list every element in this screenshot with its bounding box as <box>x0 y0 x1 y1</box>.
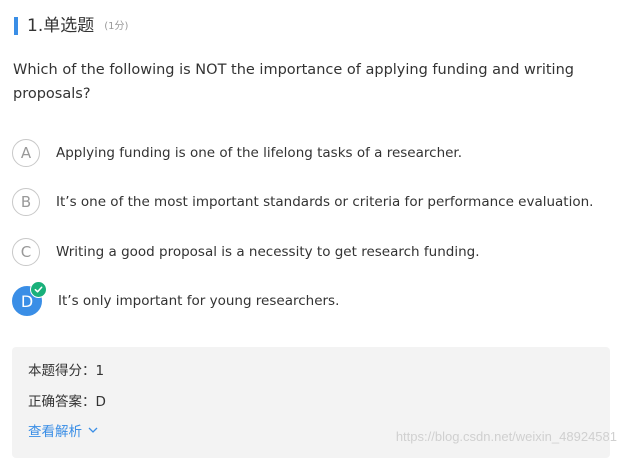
question-stem: Which of the following is NOT the import… <box>13 62 574 102</box>
watermark-text: https://blog.csdn.net/weixin_48924581 <box>395 429 617 444</box>
view-analysis-link[interactable]: 查看解析 <box>28 420 98 440</box>
question-page: 1.单选题 (1分) Which of the following is NOT… <box>0 0 625 458</box>
option-a-text: Applying funding is one of the lifelong … <box>56 145 463 161</box>
view-analysis-label: 查看解析 <box>28 424 82 440</box>
option-d-text: It’s only important for young researcher… <box>58 293 340 309</box>
option-c-radio[interactable]: C <box>12 238 40 266</box>
option-c[interactable]: C Writing a good proposal is a necessity… <box>12 236 480 268</box>
option-a-radio[interactable]: A <box>12 139 40 167</box>
option-b[interactable]: B It’s one of the most important standar… <box>12 186 593 218</box>
option-a[interactable]: A Applying funding is one of the lifelon… <box>12 137 462 169</box>
option-c-text: Writing a good proposal is a necessity t… <box>56 244 480 260</box>
option-d-radio[interactable]: D <box>12 281 47 316</box>
question-header: 1.单选题 (1分) <box>14 16 128 36</box>
correct-check-icon <box>30 281 47 298</box>
chevron-down-icon <box>88 427 98 433</box>
correct-answer-line: 正确答案：D <box>28 394 106 410</box>
question-score: (1分) <box>104 21 129 32</box>
option-d[interactable]: D It’s only important for young research… <box>12 281 340 317</box>
accent-bar <box>14 17 18 35</box>
option-b-radio[interactable]: B <box>12 188 40 216</box>
score-line: 本题得分：1 <box>28 363 105 379</box>
option-b-text: It’s one of the most important standards… <box>56 194 594 210</box>
question-title: 1.单选题 <box>27 16 95 36</box>
